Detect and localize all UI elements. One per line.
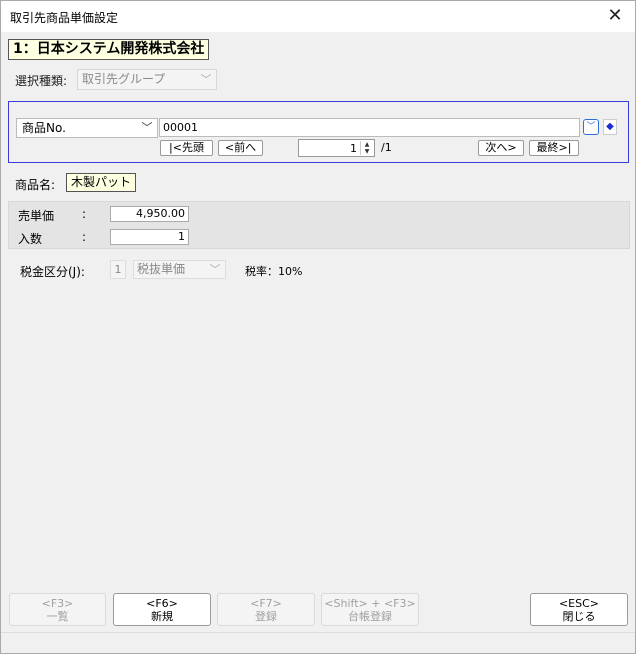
- product-search-panel: 商品No. ﹀ 00001 ﹀ ◆ |<先頭 <前へ 1 ▲ ▼ /1 次へ> 最…: [8, 101, 629, 163]
- list-button-key: <F3>: [41, 597, 74, 610]
- chevron-down-icon: ﹀: [200, 73, 212, 86]
- register-button-label: 登録: [255, 610, 277, 623]
- new-button[interactable]: <F6> 新規: [113, 593, 211, 626]
- selection-type-value: 取引先グループ: [82, 72, 166, 86]
- quantity-input[interactable]: 1: [110, 229, 189, 245]
- product-name-value: 木製パット: [66, 173, 137, 192]
- prev-record-button[interactable]: <前へ: [218, 140, 263, 156]
- tax-type-select[interactable]: 税抜単価 ﹀: [133, 260, 226, 279]
- close-icon[interactable]: ✕: [595, 1, 635, 32]
- list-button[interactable]: <F3> 一覧: [9, 593, 106, 626]
- next-record-button[interactable]: 次へ>: [478, 140, 524, 156]
- tax-rate: 税率：10%: [245, 265, 303, 278]
- dropdown-chevron-icon[interactable]: ﹀: [583, 119, 599, 135]
- selection-type-label: 選択種類:: [15, 74, 68, 88]
- unit-price-label: 売単価: [18, 209, 55, 223]
- page-number-stepper[interactable]: 1 ▲ ▼: [298, 139, 375, 157]
- window-title: 取引先商品単価設定: [10, 11, 119, 25]
- diamond-icon[interactable]: ◆: [603, 119, 617, 135]
- quantity-colon: :: [82, 230, 87, 244]
- selection-type-select[interactable]: 取引先グループ ﹀: [77, 69, 217, 90]
- new-button-key: <F6>: [146, 597, 178, 610]
- dialog-window: 取引先商品単価設定 ✕ 1：日本システム開発株式会社 選択種類: 取引先グループ…: [0, 0, 636, 654]
- new-button-label: 新規: [151, 610, 173, 623]
- page-total: /1: [381, 141, 392, 154]
- page-number-value: 1: [350, 142, 357, 155]
- ledger-register-button-key: <Shift> + <F3>: [324, 597, 416, 610]
- product-key-value: 商品No.: [22, 121, 66, 135]
- title-bar: 取引先商品単価設定 ✕: [1, 1, 635, 32]
- product-code-input[interactable]: 00001: [159, 118, 580, 137]
- register-button-key: <F7>: [250, 597, 282, 610]
- unit-price-colon: :: [82, 207, 87, 221]
- first-record-button[interactable]: |<先頭: [160, 140, 213, 156]
- chevron-down-icon: ﹀: [209, 263, 221, 276]
- tax-category-label: 税金区分(J):: [20, 265, 85, 279]
- partner-name-banner: 1：日本システム開発株式会社: [8, 39, 210, 60]
- ledger-register-button[interactable]: <Shift> + <F3> 台帳登録: [321, 593, 419, 626]
- tax-type-value: 税抜単価: [137, 262, 186, 276]
- tax-code-field[interactable]: 1: [110, 260, 126, 279]
- spin-arrows-icon[interactable]: ▲ ▼: [360, 141, 373, 155]
- unit-price-input[interactable]: 4,950.00: [110, 206, 189, 222]
- list-button-label: 一覧: [46, 610, 69, 623]
- last-record-button[interactable]: 最終>|: [529, 140, 579, 156]
- chevron-down-icon: ﹀: [141, 121, 153, 134]
- quantity-label: 入数: [18, 232, 43, 246]
- ledger-register-button-label: 台帳登録: [348, 610, 392, 623]
- close-button[interactable]: <ESC> 閉じる: [530, 593, 628, 626]
- register-button[interactable]: <F7> 登録: [217, 593, 315, 626]
- status-bar: [1, 632, 635, 653]
- close-button-key: <ESC>: [558, 597, 600, 610]
- product-name-label: 商品名:: [15, 178, 56, 192]
- price-section: 売単価 : 4,950.00 入数 : 1: [8, 201, 630, 249]
- product-key-select[interactable]: 商品No. ﹀: [16, 118, 158, 138]
- close-button-label: 閉じる: [562, 610, 596, 623]
